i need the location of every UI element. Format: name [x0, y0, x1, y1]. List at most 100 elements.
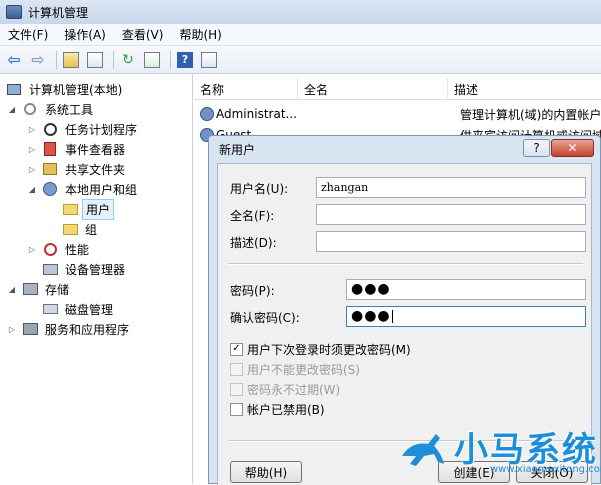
watermark: 小马系统 www.xiaomaxitong.com	[394, 418, 601, 484]
tree-item-label: 用户	[82, 198, 115, 220]
expand-triangle-icon[interactable]: ▷	[26, 165, 38, 174]
tree-item-groups[interactable]: 组	[58, 219, 100, 239]
tree-item-label: 存储	[45, 282, 70, 297]
window-title: 计算机管理	[28, 5, 89, 20]
tree-item-label: 组	[85, 222, 98, 237]
help-icon[interactable]: ?	[175, 50, 195, 70]
tree-item-label: 共享文件夹	[65, 162, 126, 177]
tree-item-label: 性能	[65, 242, 90, 257]
checkbox-unchecked[interactable]	[230, 382, 243, 396]
fullname-label: 全名(F):	[230, 209, 275, 223]
computer-management-app-icon	[6, 5, 22, 19]
forward-arrow-icon[interactable]: ⇨	[28, 50, 48, 70]
menu-view[interactable]: 查看(V)	[114, 26, 172, 43]
dialog-close-icon[interactable]: ✕	[551, 139, 594, 157]
watermark-url: www.xiaomaxitong.com	[490, 464, 601, 475]
list-header: 名称 全名 描述	[194, 78, 601, 100]
tree-item-event-viewer[interactable]: ▷ 事件查看器	[26, 139, 128, 159]
horse-logo-icon	[402, 434, 444, 466]
tree-item-storage[interactable]: ◢ 存储	[6, 279, 72, 299]
option-account-disabled[interactable]: 帐户已禁用(B)	[230, 400, 325, 418]
toolbar-separator	[56, 50, 57, 69]
refresh-icon[interactable]: ↻	[118, 50, 138, 70]
tree-item-disk-management[interactable]: 磁盘管理	[38, 299, 116, 319]
folder-icon	[62, 201, 78, 217]
checkbox-checked[interactable]: ✓	[230, 342, 243, 356]
performance-icon	[42, 241, 58, 257]
expand-triangle-icon[interactable]: ▷	[26, 245, 38, 254]
computer-management-icon	[6, 81, 22, 97]
table-row[interactable]: Administrat... 管理计算机(域)的内置帐户	[194, 103, 601, 125]
column-header-description[interactable]: 描述	[448, 78, 601, 100]
navigation-tree: 计算机管理(本地) ◢ 系统工具 ▷ 任务计划程序 ▷ 事件查看器 ▷ 共享文件…	[0, 74, 193, 484]
tree-item-users[interactable]: 用户	[58, 198, 115, 220]
option-label: 用户不能更改密码(S)	[247, 362, 360, 377]
checkbox-unchecked[interactable]	[230, 362, 243, 376]
collapse-triangle-icon[interactable]: ◢	[6, 105, 18, 114]
checkbox-unchecked[interactable]	[230, 402, 243, 416]
dialog-title: 新用户	[219, 142, 256, 157]
menu-action[interactable]: 操作(A)	[56, 26, 114, 43]
menu-bar: 文件(F) 操作(A) 查看(V) 帮助(H)	[0, 24, 601, 46]
option-password-never-expires[interactable]: 密码永不过期(W)	[230, 380, 340, 398]
menu-help[interactable]: 帮助(H)	[171, 26, 229, 43]
show-hide-tree-icon[interactable]	[85, 50, 105, 70]
dialog-help-button[interactable]: ?	[523, 139, 550, 157]
username-input[interactable]: zhangan	[316, 177, 586, 198]
device-manager-icon	[42, 261, 58, 277]
username-label: 用户名(U):	[230, 182, 289, 196]
expand-triangle-icon[interactable]: ▷	[26, 125, 38, 134]
text-caret	[391, 309, 393, 323]
row-name: Administrat...	[216, 107, 297, 121]
tree-item-system-tools[interactable]: ◢ 系统工具	[6, 99, 96, 119]
window-titlebar[interactable]: 计算机管理	[0, 0, 601, 24]
tree-item-performance[interactable]: ▷ 性能	[26, 239, 92, 259]
confirm-password-input[interactable]: ●●●	[346, 306, 586, 327]
option-must-change-password[interactable]: ✓ 用户下次登录时须更改密码(M)	[230, 340, 411, 358]
column-header-name[interactable]: 名称	[194, 78, 298, 100]
storage-icon	[22, 281, 38, 297]
local-users-groups-icon	[42, 181, 58, 197]
task-scheduler-icon	[42, 121, 58, 137]
services-apps-icon	[22, 321, 38, 337]
description-input[interactable]	[316, 231, 586, 252]
tree-item-shared-folders[interactable]: ▷ 共享文件夹	[26, 159, 128, 179]
tree-item-label: 任务计划程序	[65, 122, 138, 137]
description-label: 描述(D):	[230, 236, 277, 250]
tree-item-services-apps[interactable]: ▷ 服务和应用程序	[6, 319, 132, 339]
option-label: 用户下次登录时须更改密码(M)	[247, 342, 411, 357]
menu-file[interactable]: 文件(F)	[0, 26, 56, 43]
password-input[interactable]: ●●●	[346, 279, 586, 300]
toolbar-separator	[170, 50, 171, 69]
expand-triangle-icon[interactable]: ▷	[26, 145, 38, 154]
help-button[interactable]: 帮助(H)	[230, 461, 302, 483]
collapse-triangle-icon[interactable]: ◢	[26, 185, 38, 194]
system-tools-icon	[22, 101, 38, 117]
tree-item-label: 服务和应用程序	[45, 322, 130, 337]
tree-item-task-scheduler[interactable]: ▷ 任务计划程序	[26, 119, 140, 139]
export-list-icon[interactable]	[142, 50, 162, 70]
tree-item-device-manager[interactable]: 设备管理器	[38, 259, 128, 279]
tree-item-label: 事件查看器	[65, 142, 126, 157]
expand-triangle-icon[interactable]: ▷	[6, 325, 18, 334]
event-viewer-icon	[42, 141, 58, 157]
fullname-input[interactable]	[316, 204, 586, 225]
toolbar-separator	[113, 50, 114, 69]
section-divider	[228, 263, 583, 265]
collapse-triangle-icon[interactable]: ◢	[6, 285, 18, 294]
tree-item-label: 设备管理器	[65, 262, 126, 277]
up-folder-icon[interactable]	[61, 50, 81, 70]
toolbar: ⇦ ⇨ ↻ ?	[0, 46, 601, 74]
tree-item-label: 系统工具	[45, 102, 94, 117]
column-header-fullname[interactable]: 全名	[298, 78, 448, 100]
back-arrow-icon[interactable]: ⇦	[4, 50, 24, 70]
option-label: 密码永不过期(W)	[247, 382, 341, 397]
tree-item-computer-management[interactable]: 计算机管理(本地)	[2, 79, 125, 99]
tree-item-label: 计算机管理(本地)	[29, 82, 123, 97]
option-cannot-change-password[interactable]: 用户不能更改密码(S)	[230, 360, 360, 378]
shared-folders-icon	[42, 161, 58, 177]
disk-management-icon	[42, 301, 58, 317]
tree-item-local-users-groups[interactable]: ◢ 本地用户和组	[26, 179, 140, 199]
password-mask: ●●●	[351, 281, 391, 297]
action-pane-icon[interactable]	[199, 50, 219, 70]
